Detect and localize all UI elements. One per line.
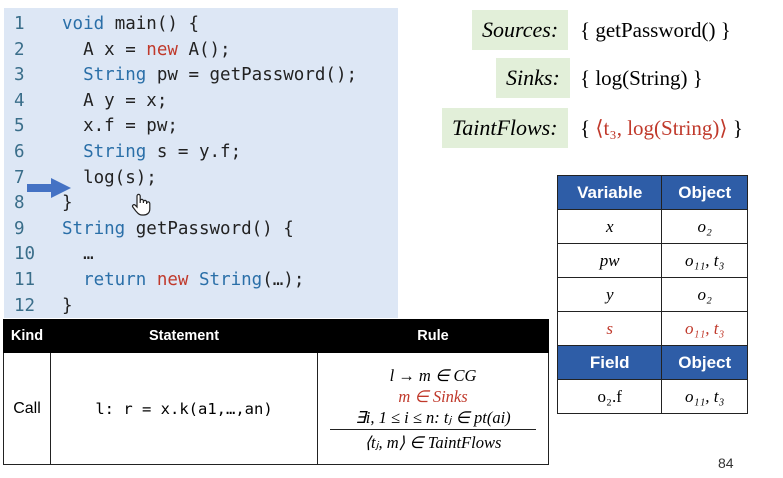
- code-line: 5 x.f = pw;: [14, 116, 178, 136]
- line-number: 4: [14, 90, 25, 111]
- premise-2: m ∈ Sinks: [398, 386, 468, 406]
- code-line: 11 return new String(…);: [14, 270, 304, 290]
- code-token: A();: [177, 39, 231, 60]
- object-cell: o₁₁, t₃: [661, 379, 748, 414]
- sinks-label: Sinks:: [506, 65, 560, 90]
- table-row: s o₁₁, t₃: [556, 311, 748, 346]
- rule-header: Rule: [317, 319, 549, 353]
- code-line: 6 String s = y.f;: [14, 142, 241, 162]
- page-number: 84: [718, 455, 734, 471]
- field-header: Field: [556, 345, 663, 380]
- code-token: return: [83, 270, 147, 290]
- code-token: …: [62, 244, 94, 265]
- code-token: getPassword() {: [125, 218, 294, 239]
- code-line: 3 String pw = getPassword();: [14, 65, 357, 85]
- variable-cell: y: [556, 277, 663, 312]
- table-row: x o₂: [556, 209, 748, 244]
- code-line: 10 …: [14, 244, 94, 264]
- line-number: 5: [14, 116, 25, 137]
- variable-cell: x: [556, 209, 663, 244]
- sinks-label-box: Sinks:: [496, 58, 570, 98]
- field-cell: o₂.f: [556, 379, 663, 414]
- arrow-icon: [27, 178, 71, 198]
- premise-3: ∃i, 1 ≤ i ≤ n: tⱼ ∈ pt(ai): [355, 407, 511, 427]
- code-token: A x =: [62, 39, 147, 60]
- variable-header: Variable: [556, 175, 663, 210]
- code-token: String: [62, 218, 126, 239]
- code-token: void: [62, 14, 115, 34]
- code-token: s = y.f;: [146, 142, 242, 162]
- code-token: pw = getPassword();: [146, 65, 358, 86]
- line-number: 3: [14, 65, 25, 86]
- taintflows-value: { ⟨t₃, log(String)⟩ }: [580, 116, 743, 141]
- table-row: pw o₁₁, t₃: [556, 243, 748, 278]
- object-header: Object: [661, 345, 748, 380]
- code-token: String: [83, 142, 147, 162]
- code-line: 9 String getPassword() {: [14, 219, 294, 239]
- code-panel: 1 void main() { 2 A x = new A(); 3 String p…: [4, 8, 398, 318]
- object-cell: o₁₁, t₃: [661, 243, 748, 278]
- code-token: x.f = pw;: [62, 116, 178, 137]
- sinks-value: { log(String) }: [580, 66, 703, 90]
- object-cell: o₂: [661, 209, 748, 244]
- inference-line: [330, 428, 536, 430]
- code-line: 4 A y = x;: [14, 91, 167, 111]
- variable-cell: pw: [556, 243, 663, 278]
- line-number: 10: [14, 244, 36, 265]
- statement-cell: l: r = x.k(a1,…,an): [50, 352, 318, 465]
- code-token: new: [146, 39, 178, 60]
- line-number: 9: [14, 218, 25, 239]
- code-token: main() {: [114, 14, 199, 34]
- line-number: 12: [14, 295, 36, 316]
- points-to-table: Variable Object x o₂ pw o₁₁, t₃ y o₂ s o…: [556, 175, 748, 414]
- line-number: 6: [14, 142, 25, 162]
- line-number: 1: [14, 14, 25, 34]
- taintflows-label-box: TaintFlows:: [442, 108, 568, 148]
- statement-header: Statement: [50, 319, 318, 353]
- object-cell: o₂: [661, 277, 748, 312]
- sources-label-box: Sources:: [472, 10, 569, 50]
- variable-cell: s: [556, 311, 663, 346]
- taintflows-close: }: [727, 116, 743, 140]
- conclusion: ⟨tⱼ, m⟩ ∈ TaintFlows: [364, 432, 502, 452]
- rule-cell: l → m ∈ CG m ∈ Sinks ∃i, 1 ≤ i ≤ n: tⱼ ∈…: [317, 352, 549, 465]
- table-row: Call l: r = x.k(a1,…,an) l → m ∈ CG m ∈ …: [3, 352, 549, 465]
- taintflows-label: TaintFlows:: [452, 115, 558, 140]
- premise-1: l → m ∈ CG: [389, 365, 477, 385]
- code-token: String: [83, 65, 147, 86]
- code-line: 2 A x = new A();: [14, 40, 231, 60]
- code-token: }: [62, 295, 73, 316]
- table-row: y o₂: [556, 277, 748, 312]
- hand-cursor-icon: [131, 193, 151, 216]
- rule-table: Kind Statement Rule Call l: r = x.k(a1,……: [3, 319, 549, 465]
- code-line: 1 void main() {: [14, 14, 199, 34]
- kind-header: Kind: [3, 319, 51, 353]
- code-token: String: [199, 270, 263, 290]
- code-line: 12}: [14, 296, 73, 316]
- line-number: 2: [14, 39, 25, 60]
- kind-cell: Call: [3, 352, 51, 465]
- taintflow-entry: ⟨t₃, log(String)⟩: [595, 116, 728, 140]
- object-cell: o₁₁, t₃: [661, 311, 748, 346]
- sources-value: { getPassword() }: [580, 18, 731, 42]
- taintflows-open: {: [580, 116, 596, 140]
- table-row: o₂.f o₁₁, t₃: [556, 379, 748, 414]
- code-token: log(s);: [62, 167, 157, 188]
- line-number: 11: [14, 270, 36, 290]
- code-token: new: [156, 270, 189, 290]
- code-token: A y = x;: [62, 90, 168, 111]
- object-header: Object: [661, 175, 748, 210]
- sources-label: Sources:: [482, 17, 559, 42]
- code-token: (…);: [262, 270, 305, 290]
